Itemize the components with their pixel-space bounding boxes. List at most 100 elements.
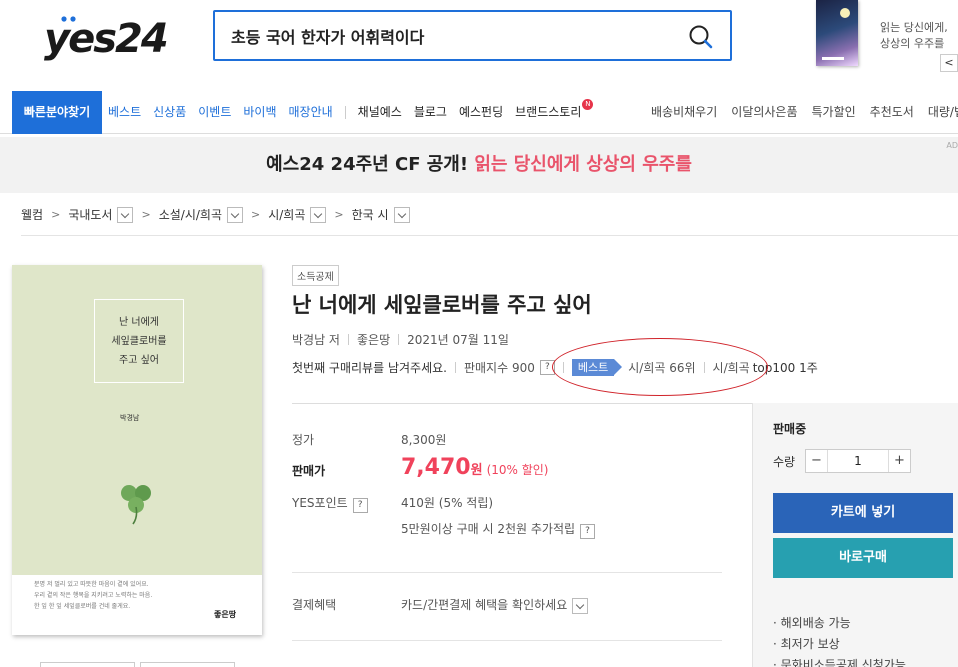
divider: [454, 362, 456, 373]
clover-icon: [121, 485, 151, 525]
main-nav: 빠른분야찾기 베스트 신상품 이벤트 바이백 매장안내 채널예스 블로그 예스펀…: [0, 91, 958, 134]
breadcrumb: 웰컴 > 국내도서 > 소설/시/희곡 > 시/희곡 > 한국 시: [21, 194, 958, 236]
cover-publisher: 좋은땅: [214, 610, 237, 619]
book-title: 난 너에게 세잎클로버를 주고 싶어: [292, 293, 592, 317]
nav-item-new[interactable]: 신상품: [147, 91, 192, 134]
chevron-down-icon[interactable]: [117, 206, 134, 223]
benefit-label: 결제혜택: [292, 598, 337, 612]
nav-divider: [344, 106, 346, 119]
publish-date: 2021년 07월 11일: [407, 333, 509, 347]
discount-rate: (10% 할인): [486, 463, 549, 477]
nav-item-recommend[interactable]: 추천도서: [863, 91, 921, 134]
book-meta: 박경남 저 좋은땅 2021년 07월 11일: [292, 331, 509, 348]
cover-author: 박경남: [120, 414, 140, 422]
sale-status: 판매중: [773, 422, 807, 436]
nav-item-bulk[interactable]: 대량/법: [921, 91, 958, 134]
publisher-link[interactable]: 좋은땅: [357, 331, 390, 348]
nav-item-channel[interactable]: 채널예스: [352, 91, 408, 134]
chevron-down-icon[interactable]: [310, 206, 327, 223]
nav-item-shipping[interactable]: 배송비채우기: [644, 91, 724, 134]
nav-item-funding[interactable]: 예스펀딩: [453, 91, 509, 134]
buy-now-button[interactable]: 바로구매: [773, 538, 953, 578]
search-box: [213, 10, 732, 61]
logo-text: yes24: [44, 16, 167, 62]
book-cover[interactable]: 난 너에게 세잎클로버를 주고 싶어 박경남 분명 저 멀리 있고 따뜻한 마음…: [12, 265, 262, 635]
chevron-right-icon: >: [334, 208, 344, 221]
breadcrumb-domestic[interactable]: 국내도서: [68, 206, 112, 223]
sale-price-unit: 원: [470, 463, 483, 478]
ad-mark: AD: [946, 141, 958, 150]
nav-item-event[interactable]: 이벤트: [192, 91, 237, 134]
product-page: yes24 읽는 당신에게, 상상의 우주를 < 빠른분야찾기 베스트 신상품 …: [0, 0, 958, 667]
benefit-value: 카드/간편결제 혜택을 확인하세요: [401, 596, 589, 614]
benefit-text: 카드/간편결제 혜택을 확인하세요: [401, 598, 568, 612]
list-price-label: 정가: [292, 433, 315, 447]
note-item: · 문화비소득공제 신청가능: [773, 658, 906, 667]
promo-banner[interactable]: 예스24 24주년 CF 공개! 읽는 당신에게 상상의 우주를 AD: [0, 137, 958, 193]
add-to-cart-button[interactable]: 카트에 넣기: [773, 493, 953, 533]
cover-bottom: 분명 저 멀리 있고 따뜻한 마음이 곁에 있어요. 우리 곁의 작은 행복을 …: [12, 575, 262, 635]
search-icon[interactable]: [688, 24, 714, 50]
banner-accent: 읽는 당신에게 상상의 우주를: [474, 154, 692, 175]
promo-book-image[interactable]: [816, 0, 858, 66]
new-badge: N: [582, 99, 594, 110]
list-price-value: 8,300원: [401, 433, 447, 447]
sale-price: 7,470원 (10% 할인): [401, 455, 549, 480]
section-divider: [292, 640, 722, 641]
note-item: · 최저가 보상: [773, 637, 840, 651]
nav-item-buyback[interactable]: 바이백: [237, 91, 282, 134]
nav-item-blog[interactable]: 블로그: [408, 91, 453, 134]
quick-category-button[interactable]: 빠른분야찾기: [12, 91, 102, 134]
points-label: YES포인트?: [292, 494, 368, 513]
cover-blurb: 분명 저 멀리 있고 따뜻한 마음이 곁에 있어요. 우리 곁의 작은 행복을 …: [34, 581, 153, 610]
breadcrumb-poetry[interactable]: 시/희곡: [268, 206, 305, 223]
chevron-down-icon[interactable]: [393, 206, 410, 223]
purchase-panel: 판매중 수량 − + 카트에 넣기 바로구매 · 해외배송 가능 · 최저가 보…: [752, 403, 958, 667]
banner-main: 예스24 24주년 CF 공개!: [266, 154, 475, 175]
sale-price-label: 판매가: [292, 464, 326, 478]
help-icon[interactable]: ?: [580, 524, 596, 539]
breadcrumb-home[interactable]: 웰컴: [21, 206, 43, 223]
quantity-plus-button[interactable]: +: [888, 450, 910, 472]
help-icon[interactable]: ?: [352, 498, 368, 513]
section-divider: [292, 572, 722, 573]
points-label-text: YES포인트: [292, 496, 348, 510]
nav-item-sale[interactable]: 특가할인: [805, 91, 863, 134]
nav-brandstory-label: 브랜드스토리: [515, 105, 582, 119]
nav-item-brandstory[interactable]: 브랜드스토리N: [509, 91, 599, 134]
review-prompt-link[interactable]: 첫번째 구매리뷰를 남겨주세요.: [292, 359, 447, 376]
tax-deduction-tag: 소득공제: [292, 265, 339, 286]
quantity-input[interactable]: [828, 450, 888, 472]
nav-item-gift[interactable]: 이달의사은품: [724, 91, 804, 134]
section-divider: [292, 403, 752, 404]
promo-text[interactable]: 읽는 당신에게, 상상의 우주를: [880, 20, 958, 52]
breadcrumb-korean-poetry[interactable]: 한국 시: [352, 206, 389, 223]
nav-item-best[interactable]: 베스트: [102, 91, 147, 134]
thumbnail-button[interactable]: [40, 662, 135, 667]
chevron-down-icon[interactable]: [227, 206, 243, 223]
chevron-right-icon: >: [251, 208, 261, 221]
note-item: · 해외배송 가능: [773, 616, 851, 630]
thumbnail-button[interactable]: [140, 662, 235, 667]
sale-price-number: 7,470: [401, 455, 471, 480]
bonus-points: 5만원이상 구매 시 2천원 추가적립?: [401, 520, 596, 539]
banner-text: 예스24 24주년 CF 공개! 읽는 당신에게 상상의 우주를: [266, 154, 692, 175]
cover-title: 난 너에게 세잎클로버를 주고 싶어: [111, 317, 167, 366]
chevron-right-icon: >: [51, 208, 61, 221]
red-annotation-circle: [552, 338, 768, 396]
nav-item-store[interactable]: 매장안내: [283, 91, 339, 134]
nav-items: 베스트 신상품 이벤트 바이백 매장안내 채널예스 블로그 예스펀딩 브랜드스토…: [102, 91, 599, 134]
nav-right: 배송비채우기 이달의사은품 특가할인 추천도서 대량/법: [644, 91, 958, 134]
purchase-notes: · 해외배송 가능 · 최저가 보상 · 문화비소득공제 신청가능: [773, 613, 906, 667]
quantity-label: 수량: [773, 455, 796, 469]
divider: [398, 334, 400, 345]
author-link[interactable]: 박경남 저: [292, 331, 340, 348]
breadcrumb-fiction[interactable]: 소설/시/희곡: [159, 206, 222, 223]
yes24-logo[interactable]: yes24: [42, 12, 182, 62]
promo-prev-button[interactable]: <: [940, 54, 958, 72]
points-value: 410원 (5% 적립): [401, 496, 494, 510]
chevron-down-icon[interactable]: [572, 597, 589, 614]
quantity-minus-button[interactable]: −: [806, 450, 828, 472]
bonus-points-text: 5만원이상 구매 시 2천원 추가적립: [401, 522, 576, 536]
search-input[interactable]: [231, 22, 671, 50]
